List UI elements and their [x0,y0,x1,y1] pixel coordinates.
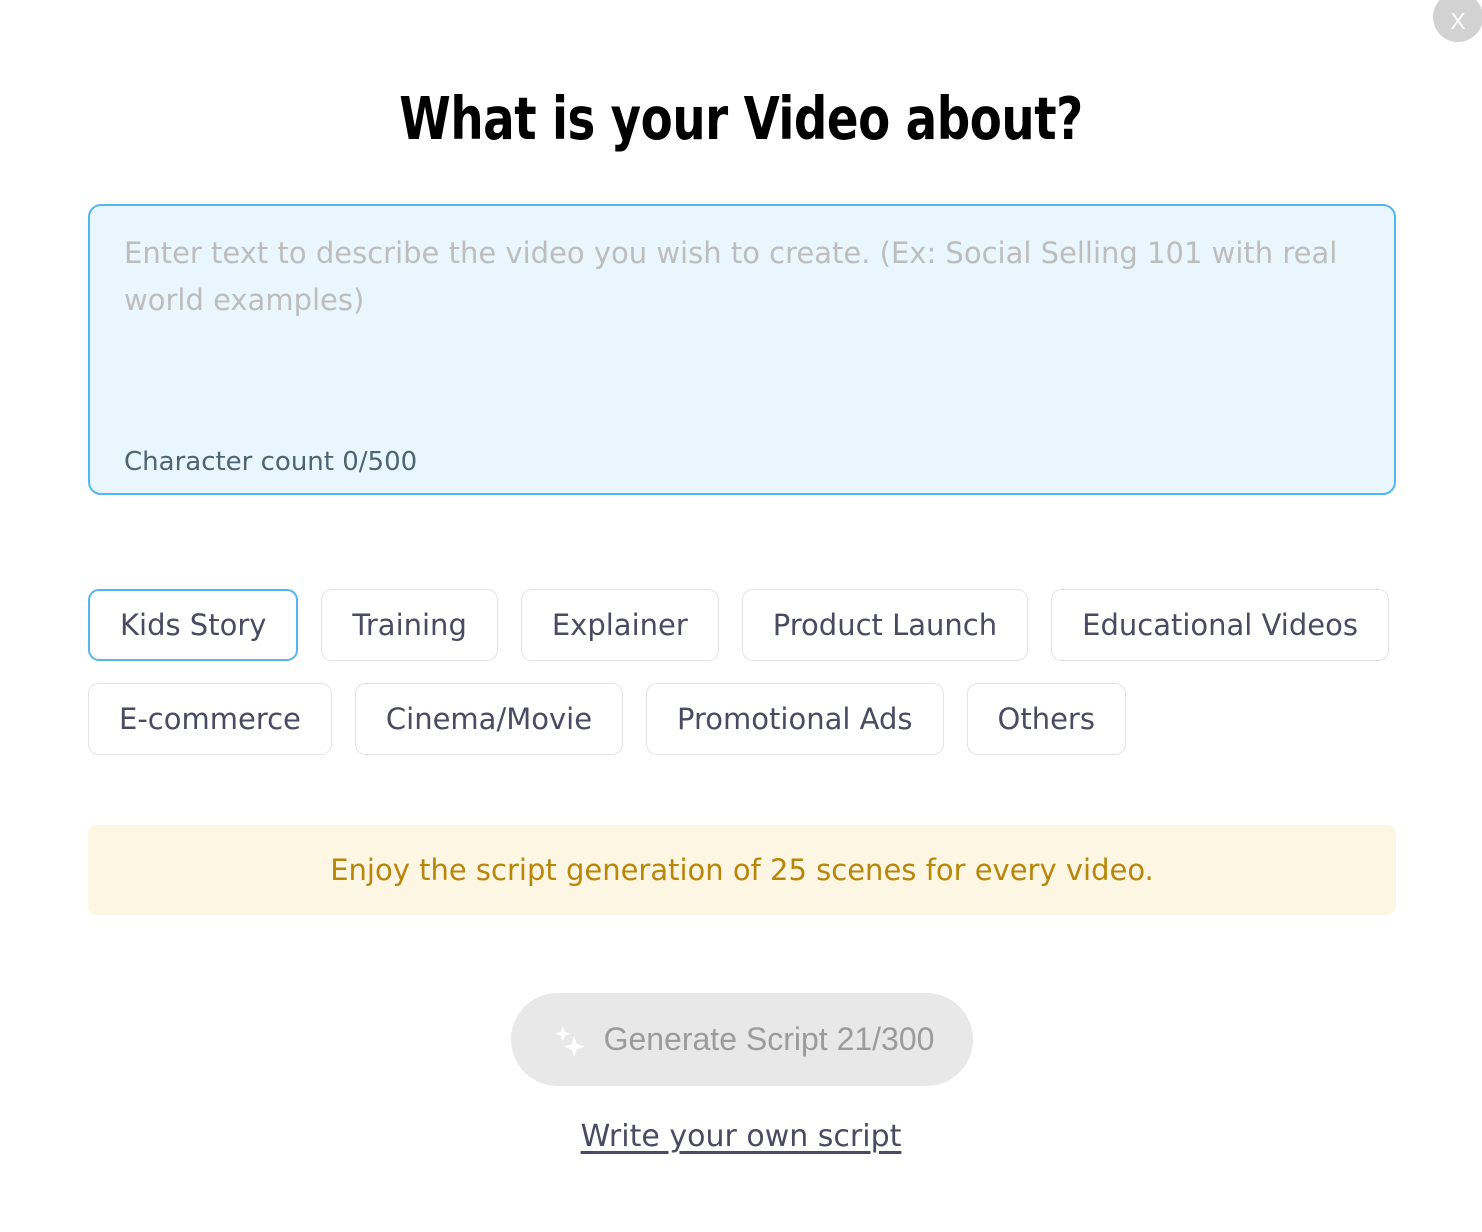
category-chip-cinema-movie[interactable]: Cinema/Movie [354,683,624,755]
close-button[interactable]: X [1433,0,1482,42]
scene-limit-banner-text: Enjoy the script generation of 25 scenes… [330,853,1154,887]
generate-script-button[interactable]: Generate Script 21/300 [511,993,973,1086]
category-chip-promotional-ads[interactable]: Promotional Ads [646,683,944,755]
category-chip-explainer[interactable]: Explainer [520,589,719,661]
category-chip-kids-story[interactable]: Kids Story [88,589,299,661]
category-chip-group: Kids Story Training Explainer Product La… [88,589,1408,755]
category-chip-label: Explainer [551,608,688,642]
write-own-script-link[interactable]: Write your own script [581,1119,902,1154]
category-chip-label: Promotional Ads [677,702,913,736]
category-chip-e-commerce[interactable]: E-commerce [88,683,332,755]
video-description-placeholder: Enter text to describe the video you wis… [124,236,1338,317]
write-own-script-container: Write your own script [0,1119,1482,1154]
category-chip-training[interactable]: Training [321,589,498,661]
category-chip-label: Others [997,702,1095,736]
category-chip-label: Cinema/Movie [385,702,593,736]
category-chip-educational-videos[interactable]: Educational Videos [1051,589,1389,661]
sparkle-icon [554,1025,585,1057]
scene-limit-banner: Enjoy the script generation of 25 scenes… [88,825,1396,915]
category-chip-label: Training [352,608,467,642]
character-count-label: Character count 0/500 [124,447,418,477]
category-chip-label: Product Launch [772,608,998,642]
generate-script-label: Generate Script 21/300 [603,1021,935,1057]
video-description-input[interactable]: Enter text to describe the video you wis… [88,204,1396,495]
category-chip-product-launch[interactable]: Product Launch [741,589,1029,661]
category-chip-others[interactable]: Others [966,683,1126,755]
close-icon: X [1450,7,1466,34]
category-chip-label: Educational Videos [1082,608,1358,642]
page-title: What is your Video about? [399,84,1083,153]
category-chip-label: Kids Story [120,608,267,642]
category-chip-label: E-commerce [119,702,301,736]
